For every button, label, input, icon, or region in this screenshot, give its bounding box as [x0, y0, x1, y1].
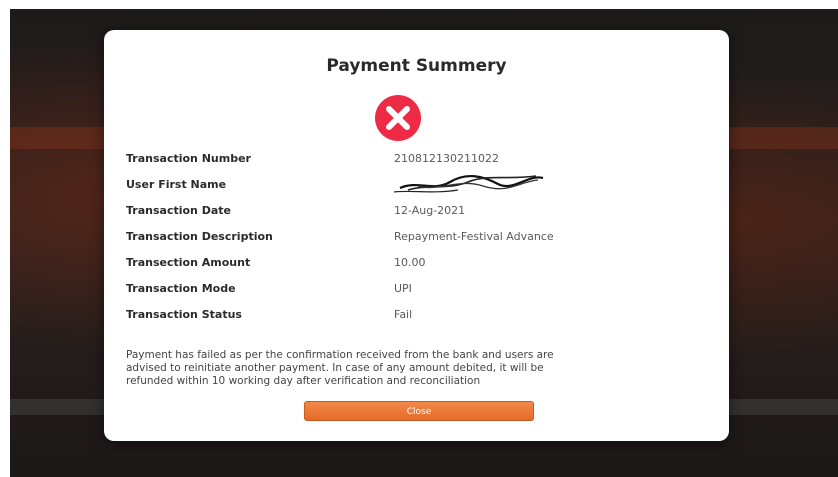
detail-label: Transaction Description — [126, 230, 273, 243]
payment-summary-dialog: Payment Summery Transaction Number 21081… — [104, 30, 729, 441]
detail-label: Transaction Number — [126, 152, 251, 165]
message-line: Payment has failed as per the confirmati… — [126, 349, 554, 361]
detail-row-user-first-name: User First Name — [126, 174, 706, 200]
detail-row-transaction-date: Transaction Date 12-Aug-2021 — [126, 200, 706, 226]
detail-label: Transaction Status — [126, 308, 242, 321]
detail-value: 12-Aug-2021 — [394, 204, 466, 217]
detail-row-transaction-mode: Transaction Mode UPI — [126, 278, 706, 304]
detail-value: UPI — [394, 282, 412, 295]
dialog-title: Payment Summery — [326, 56, 507, 76]
background-screen: Payment Summery Transaction Number 21081… — [10, 9, 838, 477]
detail-row-transaction-status: Transaction Status Fail — [126, 304, 706, 330]
detail-label: Transection Amount — [126, 256, 251, 269]
failure-x-icon — [375, 95, 421, 141]
transaction-details: Transaction Number 210812130211022 User … — [126, 148, 706, 330]
redaction-scribble — [393, 175, 544, 193]
detail-row-transaction-amount: Transection Amount 10.00 — [126, 252, 706, 278]
detail-label: Transaction Mode — [126, 282, 236, 295]
detail-value: 10.00 — [394, 256, 426, 269]
detail-label: Transaction Date — [126, 204, 231, 217]
failure-message: Payment has failed as per the confirmati… — [126, 349, 711, 388]
message-line: refunded within 10 working day after ver… — [126, 375, 481, 387]
detail-row-transaction-description: Transaction Description Repayment-Festiv… — [126, 226, 706, 252]
detail-value: 210812130211022 — [394, 152, 499, 165]
detail-value: Repayment-Festival Advance — [394, 230, 554, 243]
detail-label: User First Name — [126, 178, 227, 191]
detail-value status-value: Fail — [394, 308, 413, 321]
message-line: advised to reinitiate another payment. I… — [126, 362, 544, 374]
close-button[interactable]: Close — [304, 401, 534, 421]
